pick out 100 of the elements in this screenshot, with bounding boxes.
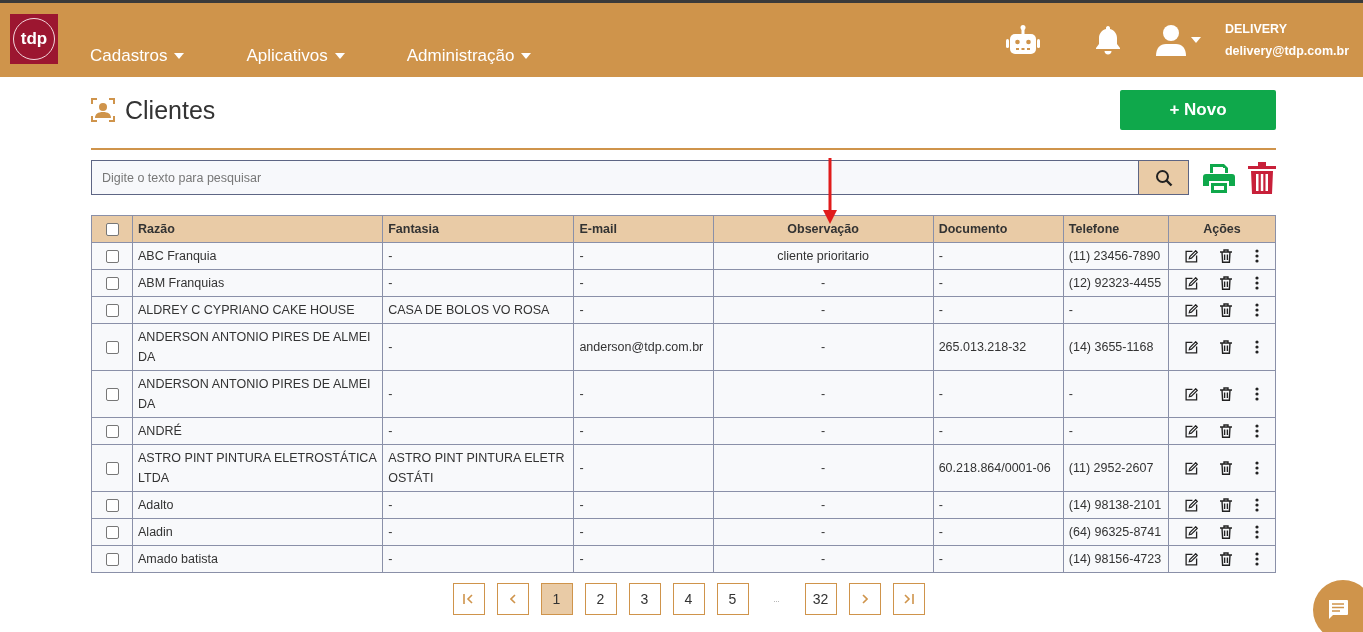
trash-icon	[1220, 461, 1233, 475]
edit-button[interactable]	[1185, 249, 1199, 263]
search-icon	[1154, 168, 1173, 187]
edit-icon	[1185, 276, 1199, 290]
row-checkbox[interactable]	[105, 498, 119, 512]
table-cell: -	[933, 491, 1064, 519]
search-field[interactable]: Digite o texto para pesquisar	[91, 160, 1139, 195]
search-button[interactable]	[1139, 160, 1189, 195]
table-cell: -	[933, 417, 1064, 445]
trash-icon	[1220, 303, 1233, 317]
table-cell: ANDERSON ANTONIO PIRES DE ALMEIDA	[132, 323, 383, 371]
trash-icon	[1220, 424, 1233, 438]
annotation-arrow	[823, 158, 837, 224]
kebab-icon	[1254, 276, 1259, 290]
more-options-button[interactable]	[1254, 340, 1259, 354]
delete-row-button[interactable]	[1220, 525, 1233, 539]
table-cell: -	[713, 444, 934, 492]
chat-button[interactable]	[1313, 580, 1363, 632]
table-cell: anderson@tdp.com.br	[573, 323, 713, 371]
row-checkbox[interactable]	[105, 340, 119, 354]
table-cell: -	[382, 545, 574, 573]
select-all-checkbox[interactable]	[105, 222, 119, 236]
row-checkbox[interactable]	[105, 424, 119, 438]
edit-button[interactable]	[1185, 552, 1199, 566]
more-options-button[interactable]	[1254, 498, 1259, 512]
more-options-button[interactable]	[1254, 249, 1259, 263]
row-checkbox[interactable]	[105, 276, 119, 290]
column-header: Telefone	[1063, 215, 1169, 243]
table-cell: ASTRO PINT PINTURA ELETROSTÁTI	[382, 444, 574, 492]
delete-row-button[interactable]	[1220, 498, 1233, 512]
print-button[interactable]	[1203, 162, 1235, 193]
edit-button[interactable]	[1185, 276, 1199, 290]
edit-icon	[1185, 498, 1199, 512]
delete-row-button[interactable]	[1220, 249, 1233, 263]
table-cell: -	[382, 491, 574, 519]
delete-row-button[interactable]	[1220, 303, 1233, 317]
table-cell: 60.218.864/0001-06	[933, 444, 1064, 492]
more-options-button[interactable]	[1254, 303, 1259, 317]
next-page-button[interactable]	[848, 583, 881, 615]
table-cell: -	[382, 323, 574, 371]
last-page-button[interactable]	[892, 583, 925, 615]
page-title: Clientes	[125, 95, 216, 125]
column-header: Documento	[933, 215, 1064, 243]
page-button[interactable]: 3	[628, 583, 661, 615]
table-cell: -	[713, 323, 934, 371]
prev-page-button[interactable]	[496, 583, 529, 615]
table-cell: -	[713, 417, 934, 445]
row-checkbox[interactable]	[105, 249, 119, 263]
trash-icon	[1220, 552, 1233, 566]
edit-button[interactable]	[1185, 498, 1199, 512]
more-options-button[interactable]	[1254, 424, 1259, 438]
row-checkbox[interactable]	[105, 525, 119, 539]
delete-row-button[interactable]	[1220, 461, 1233, 475]
edit-button[interactable]	[1185, 340, 1199, 354]
more-options-button[interactable]	[1254, 552, 1259, 566]
more-options-button[interactable]	[1254, 461, 1259, 475]
kebab-icon	[1254, 552, 1259, 566]
delete-row-button[interactable]	[1220, 276, 1233, 290]
delete-row-button[interactable]	[1220, 424, 1233, 438]
user-menu-button[interactable]	[1154, 24, 1201, 56]
edit-button[interactable]	[1185, 525, 1199, 539]
caret-icon	[1190, 37, 1201, 43]
edit-button[interactable]	[1185, 387, 1199, 401]
edit-icon	[1185, 552, 1199, 566]
row-checkbox[interactable]	[105, 387, 119, 401]
delete-button[interactable]	[1248, 161, 1276, 194]
delete-row-button[interactable]	[1220, 387, 1233, 401]
table-cell: cliente prioritario	[713, 242, 934, 270]
logo[interactable]: tdp	[10, 14, 58, 64]
first-page-button[interactable]	[452, 583, 485, 615]
trash-icon	[1220, 387, 1233, 401]
edit-icon	[1185, 340, 1199, 354]
row-checkbox[interactable]	[105, 461, 119, 475]
robot-icon[interactable]	[1004, 25, 1041, 55]
edit-icon	[1185, 461, 1199, 475]
table-cell: -	[382, 269, 574, 297]
kebab-icon	[1254, 461, 1259, 475]
edit-button[interactable]	[1185, 424, 1199, 438]
page-button[interactable]: 4	[672, 583, 705, 615]
edit-button[interactable]	[1185, 303, 1199, 317]
edit-button[interactable]	[1185, 461, 1199, 475]
table-cell: -	[382, 370, 574, 418]
page-button[interactable]: 2	[584, 583, 617, 615]
delete-row-button[interactable]	[1220, 340, 1233, 354]
row-checkbox[interactable]	[105, 303, 119, 317]
page-button[interactable]: 32	[804, 583, 837, 615]
delete-row-button[interactable]	[1220, 552, 1233, 566]
row-checkbox[interactable]	[105, 552, 119, 566]
more-options-button[interactable]	[1254, 276, 1259, 290]
page-button[interactable]: 1	[540, 583, 573, 615]
table-cell: ABM Franquias	[132, 269, 383, 297]
bell-icon[interactable]	[1094, 25, 1121, 55]
more-options-button[interactable]	[1254, 525, 1259, 539]
more-options-button[interactable]	[1254, 387, 1259, 401]
table-cell: -	[933, 370, 1064, 418]
table-cell: ANDERSON ANTONIO PIRES DE ALMEIDA	[132, 370, 383, 418]
trash-icon	[1220, 525, 1233, 539]
user-name: DELIVERY	[1224, 22, 1289, 36]
page-button[interactable]: 5	[716, 583, 749, 615]
last-page-icon	[903, 594, 914, 604]
